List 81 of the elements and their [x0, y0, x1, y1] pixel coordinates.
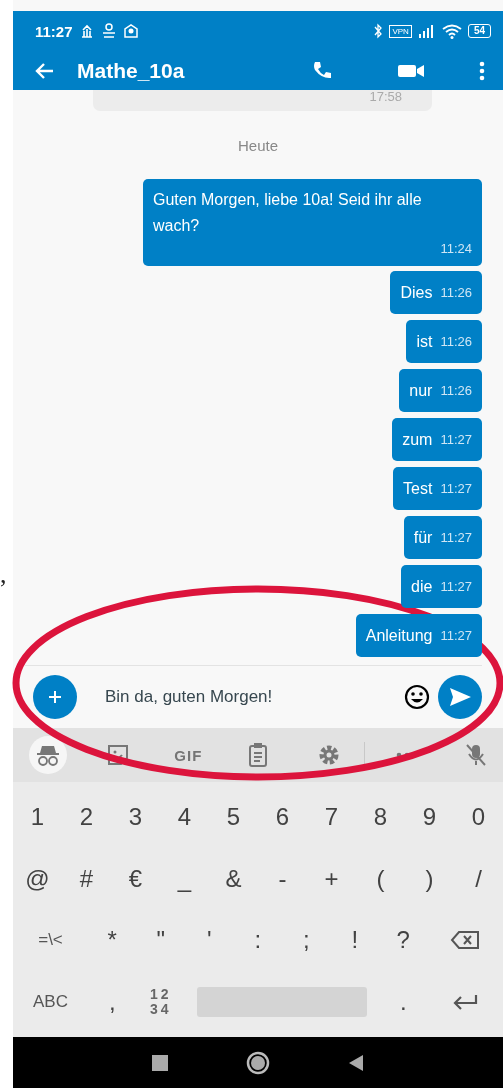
gif-button[interactable]: GIF — [174, 746, 203, 764]
key[interactable]: & — [209, 854, 258, 903]
more-options-icon[interactable] — [479, 60, 485, 81]
vpn-indicator: VPN — [389, 24, 412, 38]
status-time: 11:27 — [35, 22, 73, 40]
key[interactable]: ! — [330, 916, 379, 965]
key[interactable]: , — [88, 978, 137, 1027]
key[interactable]: 8 — [356, 792, 405, 841]
message-time: 17:58 — [369, 90, 402, 103]
mode-key[interactable]: =\< — [13, 916, 88, 965]
key[interactable]: 3 — [111, 792, 160, 841]
key[interactable]: / — [454, 854, 503, 903]
message-time: 11:26 — [440, 332, 472, 351]
send-icon — [448, 686, 472, 708]
message-input[interactable]: Bin da, guten Morgen! — [103, 681, 404, 713]
message-text: ist — [416, 331, 433, 352]
bluetooth-icon — [373, 23, 384, 39]
message-text: nur — [409, 380, 433, 401]
send-button[interactable] — [438, 675, 482, 719]
key[interactable]: 4 — [160, 792, 209, 841]
key[interactable]: 9 — [405, 792, 454, 841]
message-text: Test — [403, 478, 433, 499]
battery-indicator: 54 — [467, 24, 491, 38]
back-triangle-icon[interactable] — [348, 1053, 364, 1072]
message-text: die — [411, 576, 433, 597]
clipboard-icon[interactable] — [248, 742, 269, 768]
signal-icon — [417, 24, 436, 38]
back-arrow-icon[interactable] — [35, 61, 55, 80]
key[interactable]: ' — [185, 916, 234, 965]
sticker-icon[interactable] — [106, 743, 131, 767]
microphone-off-icon[interactable] — [465, 743, 488, 767]
message-time: 11:27 — [440, 430, 472, 449]
add-button[interactable] — [33, 675, 77, 719]
notification-icon — [100, 23, 117, 39]
video-camera-icon[interactable] — [397, 62, 425, 79]
incognito-icon — [35, 743, 62, 767]
key[interactable]: # — [62, 854, 111, 903]
key[interactable]: 6 — [258, 792, 307, 841]
notification-icon — [122, 23, 139, 39]
key[interactable]: 5 — [209, 792, 258, 841]
key[interactable]: " — [136, 916, 185, 965]
plus-icon — [47, 689, 63, 705]
message-text: zum — [402, 429, 433, 450]
chat-title: Mathe_10a — [77, 58, 186, 83]
key[interactable]: 2 — [62, 792, 111, 841]
key[interactable]: 0 — [454, 792, 503, 841]
numpad-key[interactable]: 12 34 — [136, 978, 185, 1027]
key[interactable]: . — [379, 978, 428, 1027]
wifi-icon — [441, 23, 462, 39]
message-time: 11:26 — [440, 381, 472, 400]
key[interactable]: ( — [356, 854, 405, 903]
key[interactable]: ) — [405, 854, 454, 903]
stray-comma: , — [0, 562, 7, 588]
key[interactable]: : — [233, 916, 282, 965]
key[interactable]: € — [111, 854, 160, 903]
message-text: Anleitung — [365, 625, 433, 646]
home-circle-icon[interactable] — [246, 1050, 270, 1075]
date-separator: Heute — [237, 137, 278, 154]
message-time: 11:27 — [440, 577, 472, 596]
key[interactable]: ? — [379, 916, 428, 965]
message-text: für — [413, 527, 433, 548]
smiley-icon[interactable] — [404, 684, 430, 710]
message-text: Guten Morgen, liebe 10a! Seid ihr alle wach? — [153, 190, 423, 236]
incognito-button[interactable] — [29, 736, 68, 774]
key[interactable]: + — [307, 854, 356, 903]
message-text: Dies — [400, 282, 433, 303]
key[interactable]: _ — [160, 854, 209, 903]
message-time: 11:27 — [440, 479, 472, 498]
key[interactable]: * — [88, 916, 137, 965]
key[interactable]: 1 — [13, 792, 62, 841]
message-time: 11:26 — [440, 283, 472, 302]
key[interactable]: - — [258, 854, 307, 903]
key[interactable]: @ — [13, 854, 62, 903]
mode-key[interactable]: ABC — [13, 978, 88, 1027]
message-time: 11:27 — [440, 626, 472, 645]
message-time: 11:24 — [440, 240, 472, 258]
backspace-icon[interactable] — [450, 930, 481, 951]
message-time: 11:27 — [440, 528, 472, 547]
key[interactable]: ; — [282, 916, 331, 965]
key[interactable]: 7 — [307, 792, 356, 841]
square-nav-icon[interactable] — [152, 1054, 168, 1071]
